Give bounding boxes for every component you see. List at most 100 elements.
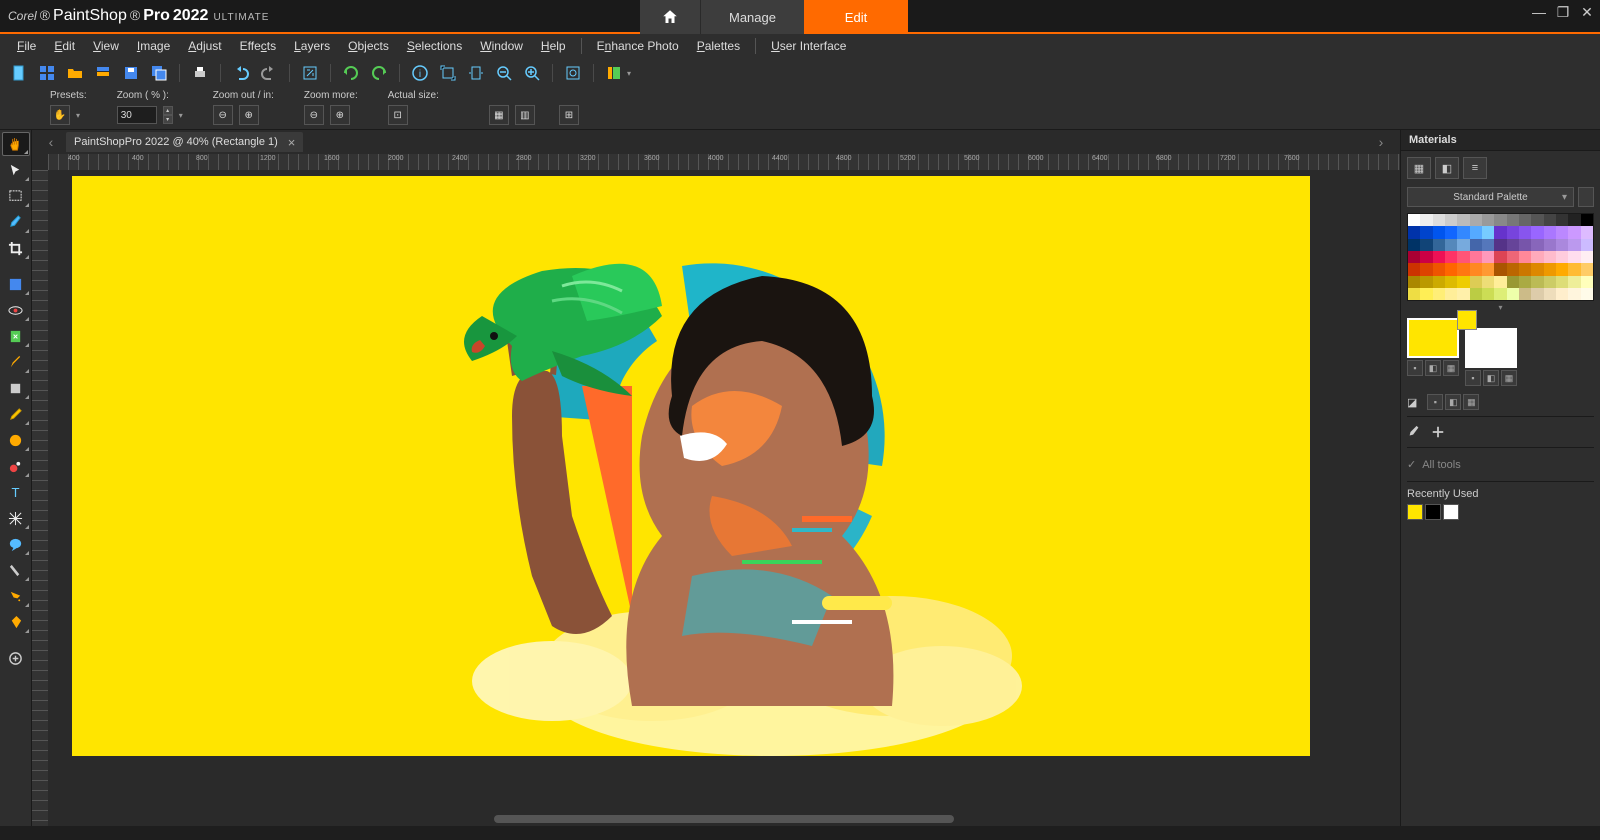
- swatch[interactable]: [1544, 239, 1556, 251]
- clone-tool[interactable]: [2, 454, 30, 478]
- swatch[interactable]: [1507, 239, 1519, 251]
- open-button[interactable]: [64, 62, 86, 84]
- add-swatch-icon[interactable]: [1431, 425, 1445, 439]
- print-button[interactable]: [189, 62, 211, 84]
- gradient-tool[interactable]: [2, 272, 30, 296]
- batch-button[interactable]: [92, 62, 114, 84]
- fg-style-pattern[interactable]: ▦: [1443, 360, 1459, 376]
- brush-tool[interactable]: [2, 350, 30, 374]
- misc-2[interactable]: ◧: [1445, 394, 1461, 410]
- bg-style-solid[interactable]: ▪: [1465, 370, 1481, 386]
- swatch[interactable]: [1531, 263, 1543, 275]
- swatch[interactable]: [1494, 226, 1506, 238]
- bg-style-pattern[interactable]: ▦: [1501, 370, 1517, 386]
- eyedropper-icon[interactable]: [1407, 425, 1421, 439]
- horizontal-scrollbar[interactable]: [48, 812, 1400, 826]
- swatch[interactable]: [1519, 251, 1531, 263]
- resize-button[interactable]: [299, 62, 321, 84]
- undo-button[interactable]: [230, 62, 252, 84]
- swatch[interactable]: [1445, 251, 1457, 263]
- swatch[interactable]: [1544, 226, 1556, 238]
- swatch[interactable]: [1568, 276, 1580, 288]
- zoom-out-step-button[interactable]: ⊖: [213, 105, 233, 125]
- pencil-tool[interactable]: [2, 402, 30, 426]
- swatch[interactable]: [1470, 226, 1482, 238]
- swatch[interactable]: [1494, 214, 1506, 226]
- swatch[interactable]: [1544, 288, 1556, 300]
- save-button[interactable]: [120, 62, 142, 84]
- fit-width-button[interactable]: [465, 62, 487, 84]
- zoom-in-step-button[interactable]: ⊕: [239, 105, 259, 125]
- workspace-button[interactable]: [603, 62, 625, 84]
- swatch[interactable]: [1507, 288, 1519, 300]
- palette-select[interactable]: Standard Palette: [1407, 187, 1574, 207]
- swatch[interactable]: [1445, 226, 1457, 238]
- swatch[interactable]: [1531, 288, 1543, 300]
- tab-edit[interactable]: Edit: [804, 0, 908, 34]
- swatch[interactable]: [1408, 276, 1420, 288]
- makeover-tool[interactable]: [2, 324, 30, 348]
- scrollbar-thumb[interactable]: [494, 815, 954, 823]
- redeye-tool[interactable]: [2, 298, 30, 322]
- swatch[interactable]: [1457, 251, 1469, 263]
- swatches-expand[interactable]: ▾: [1407, 303, 1594, 312]
- swatch[interactable]: [1457, 276, 1469, 288]
- materials-rainbow-icon[interactable]: ◧: [1435, 157, 1459, 179]
- mesh-tool[interactable]: [2, 506, 30, 530]
- minimize-button[interactable]: —: [1532, 5, 1546, 19]
- swatch[interactable]: [1420, 251, 1432, 263]
- swatch[interactable]: [1420, 288, 1432, 300]
- swatch[interactable]: [1519, 239, 1531, 251]
- swatch[interactable]: [1519, 276, 1531, 288]
- fit-image-button[interactable]: ⊞: [559, 105, 579, 125]
- resize-canvas-button[interactable]: [437, 62, 459, 84]
- swatch[interactable]: [1457, 214, 1469, 226]
- undo-history-button[interactable]: [340, 62, 362, 84]
- swatch[interactable]: [1420, 214, 1432, 226]
- zoom-input[interactable]: [117, 106, 157, 124]
- swatch[interactable]: [1433, 226, 1445, 238]
- materials-slider-icon[interactable]: ≡: [1463, 157, 1487, 179]
- palette-aux-button[interactable]: [1578, 187, 1594, 207]
- pan-tool[interactable]: [2, 132, 30, 156]
- selection-tool[interactable]: [2, 184, 30, 208]
- workspace-dropdown[interactable]: ▾: [627, 69, 635, 78]
- swatch[interactable]: [1470, 251, 1482, 263]
- swatch[interactable]: [1544, 214, 1556, 226]
- misc-3[interactable]: ▦: [1463, 394, 1479, 410]
- swatch[interactable]: [1457, 263, 1469, 275]
- prev-doc-button[interactable]: ‹: [42, 133, 60, 151]
- swatch[interactable]: [1507, 226, 1519, 238]
- swatch[interactable]: [1470, 214, 1482, 226]
- swatch[interactable]: [1581, 288, 1593, 300]
- fg-style-gradient[interactable]: ◧: [1425, 360, 1441, 376]
- swatch[interactable]: [1457, 288, 1469, 300]
- recent-swatch[interactable]: [1443, 504, 1459, 520]
- swatch[interactable]: [1507, 276, 1519, 288]
- swatch[interactable]: [1420, 263, 1432, 275]
- actual-size-button[interactable]: ⊡: [388, 105, 408, 125]
- swatch[interactable]: [1482, 214, 1494, 226]
- swatch[interactable]: [1556, 239, 1568, 251]
- zoom-in-button[interactable]: [521, 62, 543, 84]
- swatch[interactable]: [1568, 263, 1580, 275]
- shape-tool[interactable]: [2, 428, 30, 452]
- background-swatch[interactable]: [1465, 328, 1517, 368]
- swatch[interactable]: [1482, 251, 1494, 263]
- swatch[interactable]: [1470, 239, 1482, 251]
- swatch[interactable]: [1494, 251, 1506, 263]
- speech-tool[interactable]: [2, 532, 30, 556]
- maximize-button[interactable]: ❐: [1556, 5, 1570, 19]
- swatch[interactable]: [1544, 251, 1556, 263]
- canvas-viewport[interactable]: [48, 170, 1400, 810]
- swatch[interactable]: [1556, 214, 1568, 226]
- menu-window[interactable]: Window: [471, 36, 532, 56]
- swatch[interactable]: [1420, 276, 1432, 288]
- swatch[interactable]: [1494, 239, 1506, 251]
- add-tool-button[interactable]: [2, 646, 30, 670]
- menu-user-interface[interactable]: User Interface: [762, 36, 855, 56]
- menu-view[interactable]: View: [84, 36, 128, 56]
- swatch[interactable]: [1408, 288, 1420, 300]
- redo-history-button[interactable]: [368, 62, 390, 84]
- zoom-out-button[interactable]: [493, 62, 515, 84]
